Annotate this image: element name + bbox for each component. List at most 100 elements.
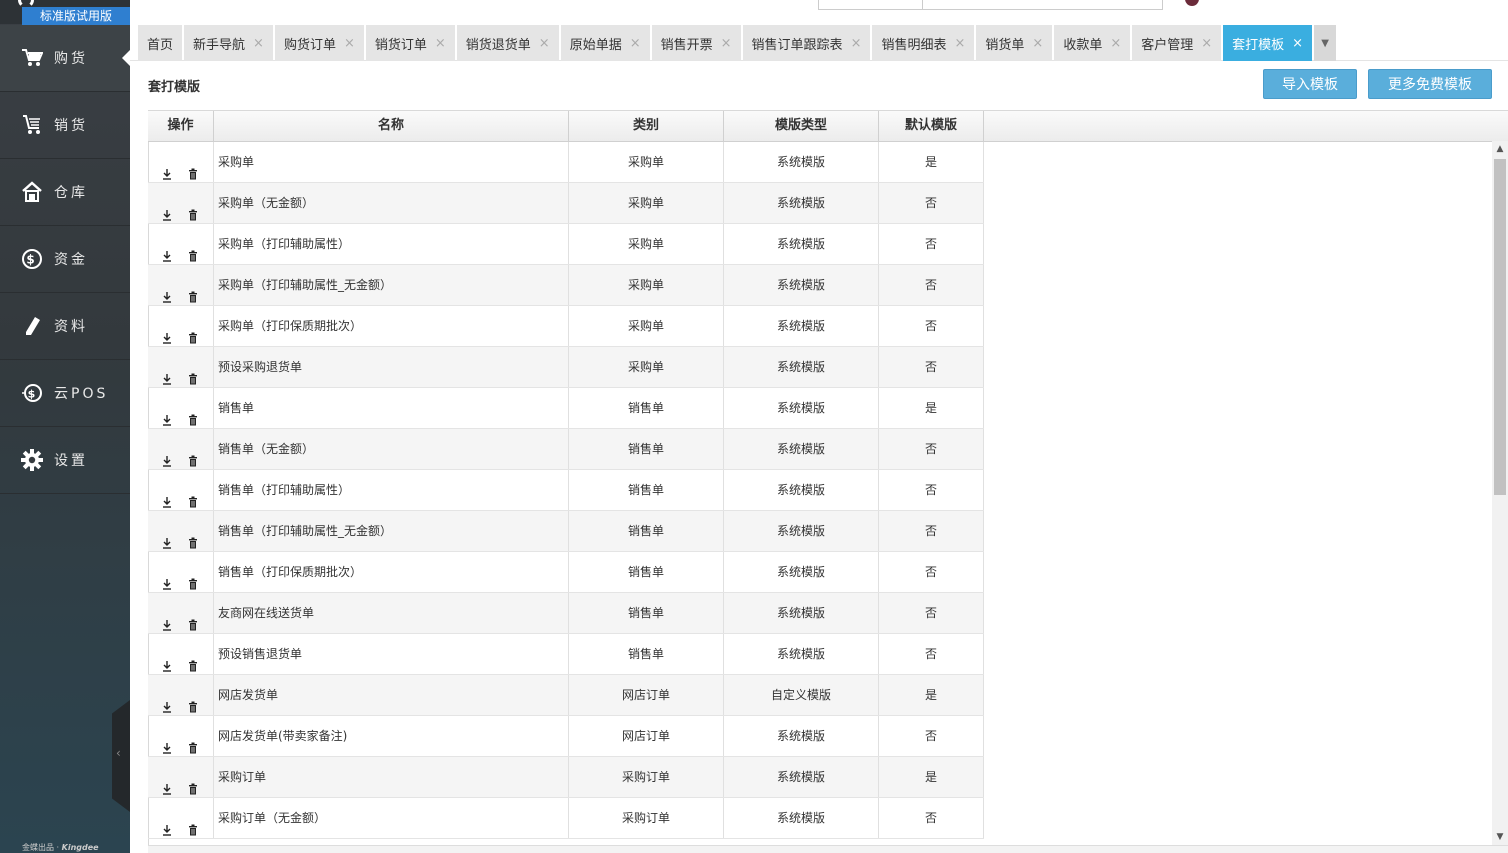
delete-icon[interactable] (188, 730, 198, 754)
close-icon[interactable]: × (851, 36, 862, 51)
download-icon[interactable] (162, 812, 172, 836)
column-header-template-type[interactable]: 模版类型 (724, 111, 879, 142)
category-cell: 采购单 (569, 265, 724, 305)
sidebar-item-funds[interactable]: $ 资金 (0, 226, 130, 292)
download-icon[interactable] (162, 402, 172, 426)
table-row[interactable]: 采购单（打印辅助属性） 采购单 系统模版否 (148, 224, 984, 265)
close-icon[interactable]: × (721, 36, 732, 51)
tab-beginner-guide[interactable]: 新手导航 × (184, 25, 273, 61)
tab-sales-order-tracking[interactable]: 销售订单跟踪表 × (742, 25, 871, 61)
download-icon[interactable] (162, 771, 172, 795)
close-icon[interactable]: × (344, 36, 355, 51)
tab-print-templates[interactable]: 套打模板 × (1223, 25, 1313, 61)
delete-icon[interactable] (188, 525, 198, 549)
scrollbar-thumb[interactable] (1494, 159, 1506, 495)
tab-customer-management[interactable]: 客户管理 × (1132, 25, 1222, 61)
sidebar-item-sales[interactable]: 销货 (0, 92, 130, 158)
column-header-name[interactable]: 名称 (214, 111, 569, 142)
download-icon[interactable] (162, 730, 172, 754)
table-row[interactable]: 网店发货单(带卖家备注) 网店订单 系统模版否 (148, 716, 984, 757)
download-icon[interactable] (162, 443, 172, 467)
table-row[interactable]: 销售单（打印辅助属性_无金额） 销售单 系统模版否 (148, 511, 984, 552)
download-icon[interactable] (162, 648, 172, 672)
column-header-actions[interactable]: 操作 (148, 111, 214, 142)
sidebar-collapse-toggle[interactable]: ‹ (112, 700, 130, 812)
download-icon[interactable] (162, 566, 172, 590)
table-row[interactable]: 销售单（打印保质期批次） 销售单 系统模版否 (148, 552, 984, 593)
sidebar-item-settings[interactable]: 设置 (0, 427, 130, 493)
scroll-down-icon[interactable]: ▼ (1492, 829, 1508, 845)
close-icon[interactable]: × (435, 36, 446, 51)
download-icon[interactable] (162, 197, 172, 221)
tab-receipt[interactable]: 收款单 × (1054, 25, 1131, 61)
import-template-button[interactable]: 导入模板 (1263, 69, 1357, 99)
delete-icon[interactable] (188, 648, 198, 672)
table-row[interactable]: 网店发货单 网店订单 自定义模版是 (148, 675, 984, 716)
download-icon[interactable] (162, 279, 172, 303)
sidebar-item-cloud-pos[interactable]: $ 云POS (0, 360, 130, 426)
download-icon[interactable] (162, 156, 172, 180)
table-row[interactable]: 采购单 采购单 系统模版是 (148, 142, 984, 183)
avatar[interactable] (1185, 0, 1199, 6)
table-row[interactable]: 友商网在线送货单 销售单 系统模版否 (148, 593, 984, 634)
delete-icon[interactable] (188, 156, 198, 180)
close-icon[interactable]: × (253, 36, 264, 51)
delete-icon[interactable] (188, 771, 198, 795)
download-icon[interactable] (162, 525, 172, 549)
delete-icon[interactable] (188, 320, 198, 344)
close-icon[interactable]: × (1110, 36, 1121, 51)
tab-overflow-button[interactable]: ▼ (1314, 25, 1337, 61)
delete-icon[interactable] (188, 443, 198, 467)
download-icon[interactable] (162, 689, 172, 713)
delete-icon[interactable] (188, 566, 198, 590)
table-row[interactable]: 预设销售退货单 销售单 系统模版否 (148, 634, 984, 675)
tab-sales-invoicing[interactable]: 销售开票 × (651, 25, 741, 61)
table-row[interactable]: 采购单（打印保质期批次） 采购单 系统模版否 (148, 306, 984, 347)
tab-sales-slip[interactable]: 销货单 × (976, 25, 1053, 61)
table-row[interactable]: 销售单 销售单 系统模版是 (148, 388, 984, 429)
delete-icon[interactable] (188, 689, 198, 713)
close-icon[interactable]: × (954, 36, 965, 51)
close-icon[interactable]: × (1292, 36, 1303, 51)
sidebar-item-data[interactable]: 资料 (0, 293, 130, 359)
close-icon[interactable]: × (1032, 36, 1043, 51)
table-row[interactable]: 采购订单 采购订单 系统模版是 (148, 757, 984, 798)
tab-original-documents[interactable]: 原始单据 × (560, 25, 650, 61)
horizontal-scrollbar[interactable] (148, 845, 1508, 853)
download-icon[interactable] (162, 320, 172, 344)
tab-sales-detail[interactable]: 销售明细表 × (872, 25, 975, 61)
sidebar-item-purchase[interactable]: 购货 (0, 25, 130, 91)
table-row[interactable]: 采购单（打印辅助属性_无金额） 采购单 系统模版否 (148, 265, 984, 306)
tab-sales-return[interactable]: 销货退货单 × (456, 25, 559, 61)
sidebar-item-warehouse[interactable]: 仓库 (0, 159, 130, 225)
download-icon[interactable] (162, 484, 172, 508)
delete-icon[interactable] (188, 484, 198, 508)
vertical-scrollbar[interactable]: ▲ ▼ (1492, 141, 1508, 845)
delete-icon[interactable] (188, 402, 198, 426)
scroll-up-icon[interactable]: ▲ (1492, 141, 1508, 157)
column-header-category[interactable]: 类别 (569, 111, 724, 142)
delete-icon[interactable] (188, 197, 198, 221)
table-row[interactable]: 采购单（无金额） 采购单 系统模版否 (148, 183, 984, 224)
close-icon[interactable]: × (1201, 36, 1212, 51)
more-free-templates-button[interactable]: 更多免费模板 (1368, 69, 1492, 99)
table-row[interactable]: 销售单（无金额） 销售单 系统模版否 (148, 429, 984, 470)
download-icon[interactable] (162, 607, 172, 631)
delete-icon[interactable] (188, 279, 198, 303)
tab-home[interactable]: 首页 (138, 25, 183, 61)
column-header-default[interactable]: 默认模版 (879, 111, 984, 142)
close-icon[interactable]: × (539, 36, 550, 51)
delete-icon[interactable] (188, 361, 198, 385)
table-row[interactable]: 预设采购退货单 采购单 系统模版否 (148, 347, 984, 388)
delete-icon[interactable] (188, 812, 198, 836)
close-icon[interactable]: × (630, 36, 641, 51)
download-icon[interactable] (162, 361, 172, 385)
delete-icon[interactable] (188, 238, 198, 262)
table-row[interactable]: 采购订单（无金额） 采购订单 系统模版否 (148, 798, 984, 839)
delete-icon[interactable] (188, 607, 198, 631)
download-icon[interactable] (162, 238, 172, 262)
search-input[interactable] (818, 0, 1163, 10)
table-row[interactable]: 销售单（打印辅助属性） 销售单 系统模版否 (148, 470, 984, 511)
tab-purchase-order[interactable]: 购货订单 × (274, 25, 364, 61)
tab-sales-order[interactable]: 销货订单 × (365, 25, 455, 61)
